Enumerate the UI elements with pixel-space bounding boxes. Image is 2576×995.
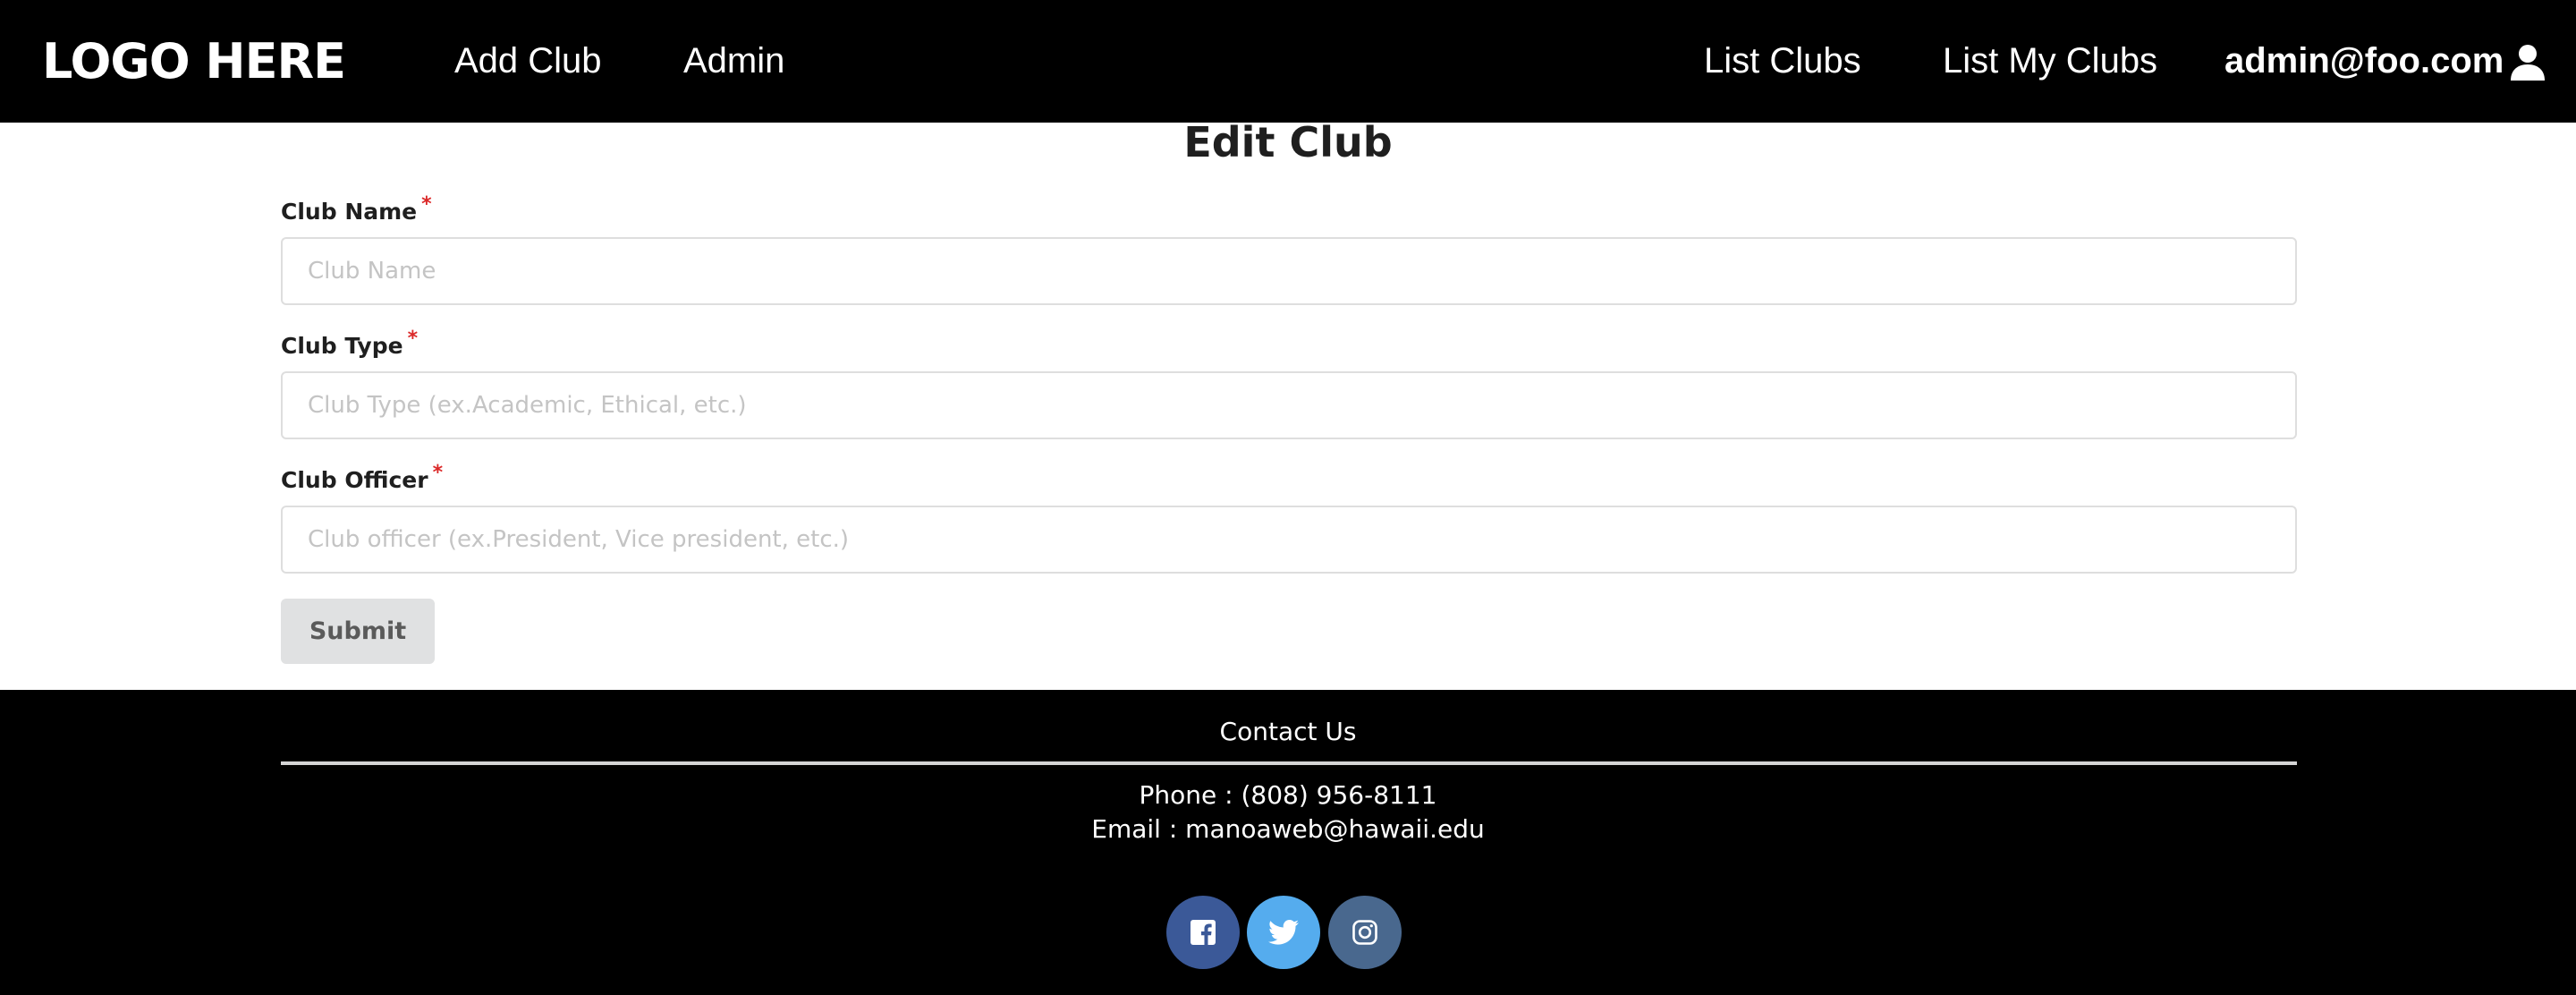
club-name-label-text: Club Name bbox=[281, 199, 418, 225]
facebook-button[interactable] bbox=[1166, 896, 1240, 969]
footer-email: Email : manoaweb@hawaii.edu bbox=[1091, 814, 1485, 844]
nav-add-club-link[interactable]: Add Club bbox=[454, 0, 602, 123]
nav-list-clubs-link[interactable]: List Clubs bbox=[1704, 0, 1861, 123]
club-name-label: Club Name * bbox=[281, 193, 432, 225]
required-asterisk: * bbox=[432, 462, 444, 484]
footer-divider bbox=[281, 761, 2297, 765]
nav-admin-link[interactable]: Admin bbox=[683, 0, 784, 123]
nav-list-my-clubs-link[interactable]: List My Clubs bbox=[1943, 0, 2157, 123]
submit-button[interactable]: Submit bbox=[281, 599, 435, 664]
facebook-icon bbox=[1191, 920, 1216, 945]
required-asterisk: * bbox=[407, 327, 419, 350]
club-type-input[interactable] bbox=[281, 371, 2297, 439]
club-type-label-text: Club Type bbox=[281, 333, 403, 359]
page-title: Edit Club bbox=[1183, 118, 1393, 166]
footer: Contact Us Phone : (808) 956-8111 Email … bbox=[0, 690, 2576, 995]
footer-heading: Contact Us bbox=[1219, 717, 1357, 746]
logo-link[interactable]: LOGO HERE bbox=[42, 0, 346, 123]
user-menu-dropdown[interactable]: admin@foo.com bbox=[2224, 0, 2546, 123]
top-navbar: LOGO HERE Add Club Admin List Clubs List… bbox=[0, 0, 2576, 123]
twitter-icon bbox=[1268, 919, 1299, 945]
required-asterisk: * bbox=[421, 193, 432, 216]
club-type-label: Club Type * bbox=[281, 327, 418, 359]
club-name-input[interactable] bbox=[281, 237, 2297, 305]
club-officer-label: Club Officer * bbox=[281, 462, 443, 493]
instagram-icon bbox=[1352, 920, 1377, 945]
user-email-label: admin@foo.com bbox=[2224, 41, 2504, 81]
user-icon bbox=[2511, 44, 2546, 81]
club-officer-label-text: Club Officer bbox=[281, 467, 428, 493]
club-officer-input[interactable] bbox=[281, 506, 2297, 574]
footer-phone: Phone : (808) 956-8111 bbox=[1139, 780, 1437, 810]
instagram-button[interactable] bbox=[1328, 896, 1402, 969]
twitter-button[interactable] bbox=[1247, 896, 1320, 969]
